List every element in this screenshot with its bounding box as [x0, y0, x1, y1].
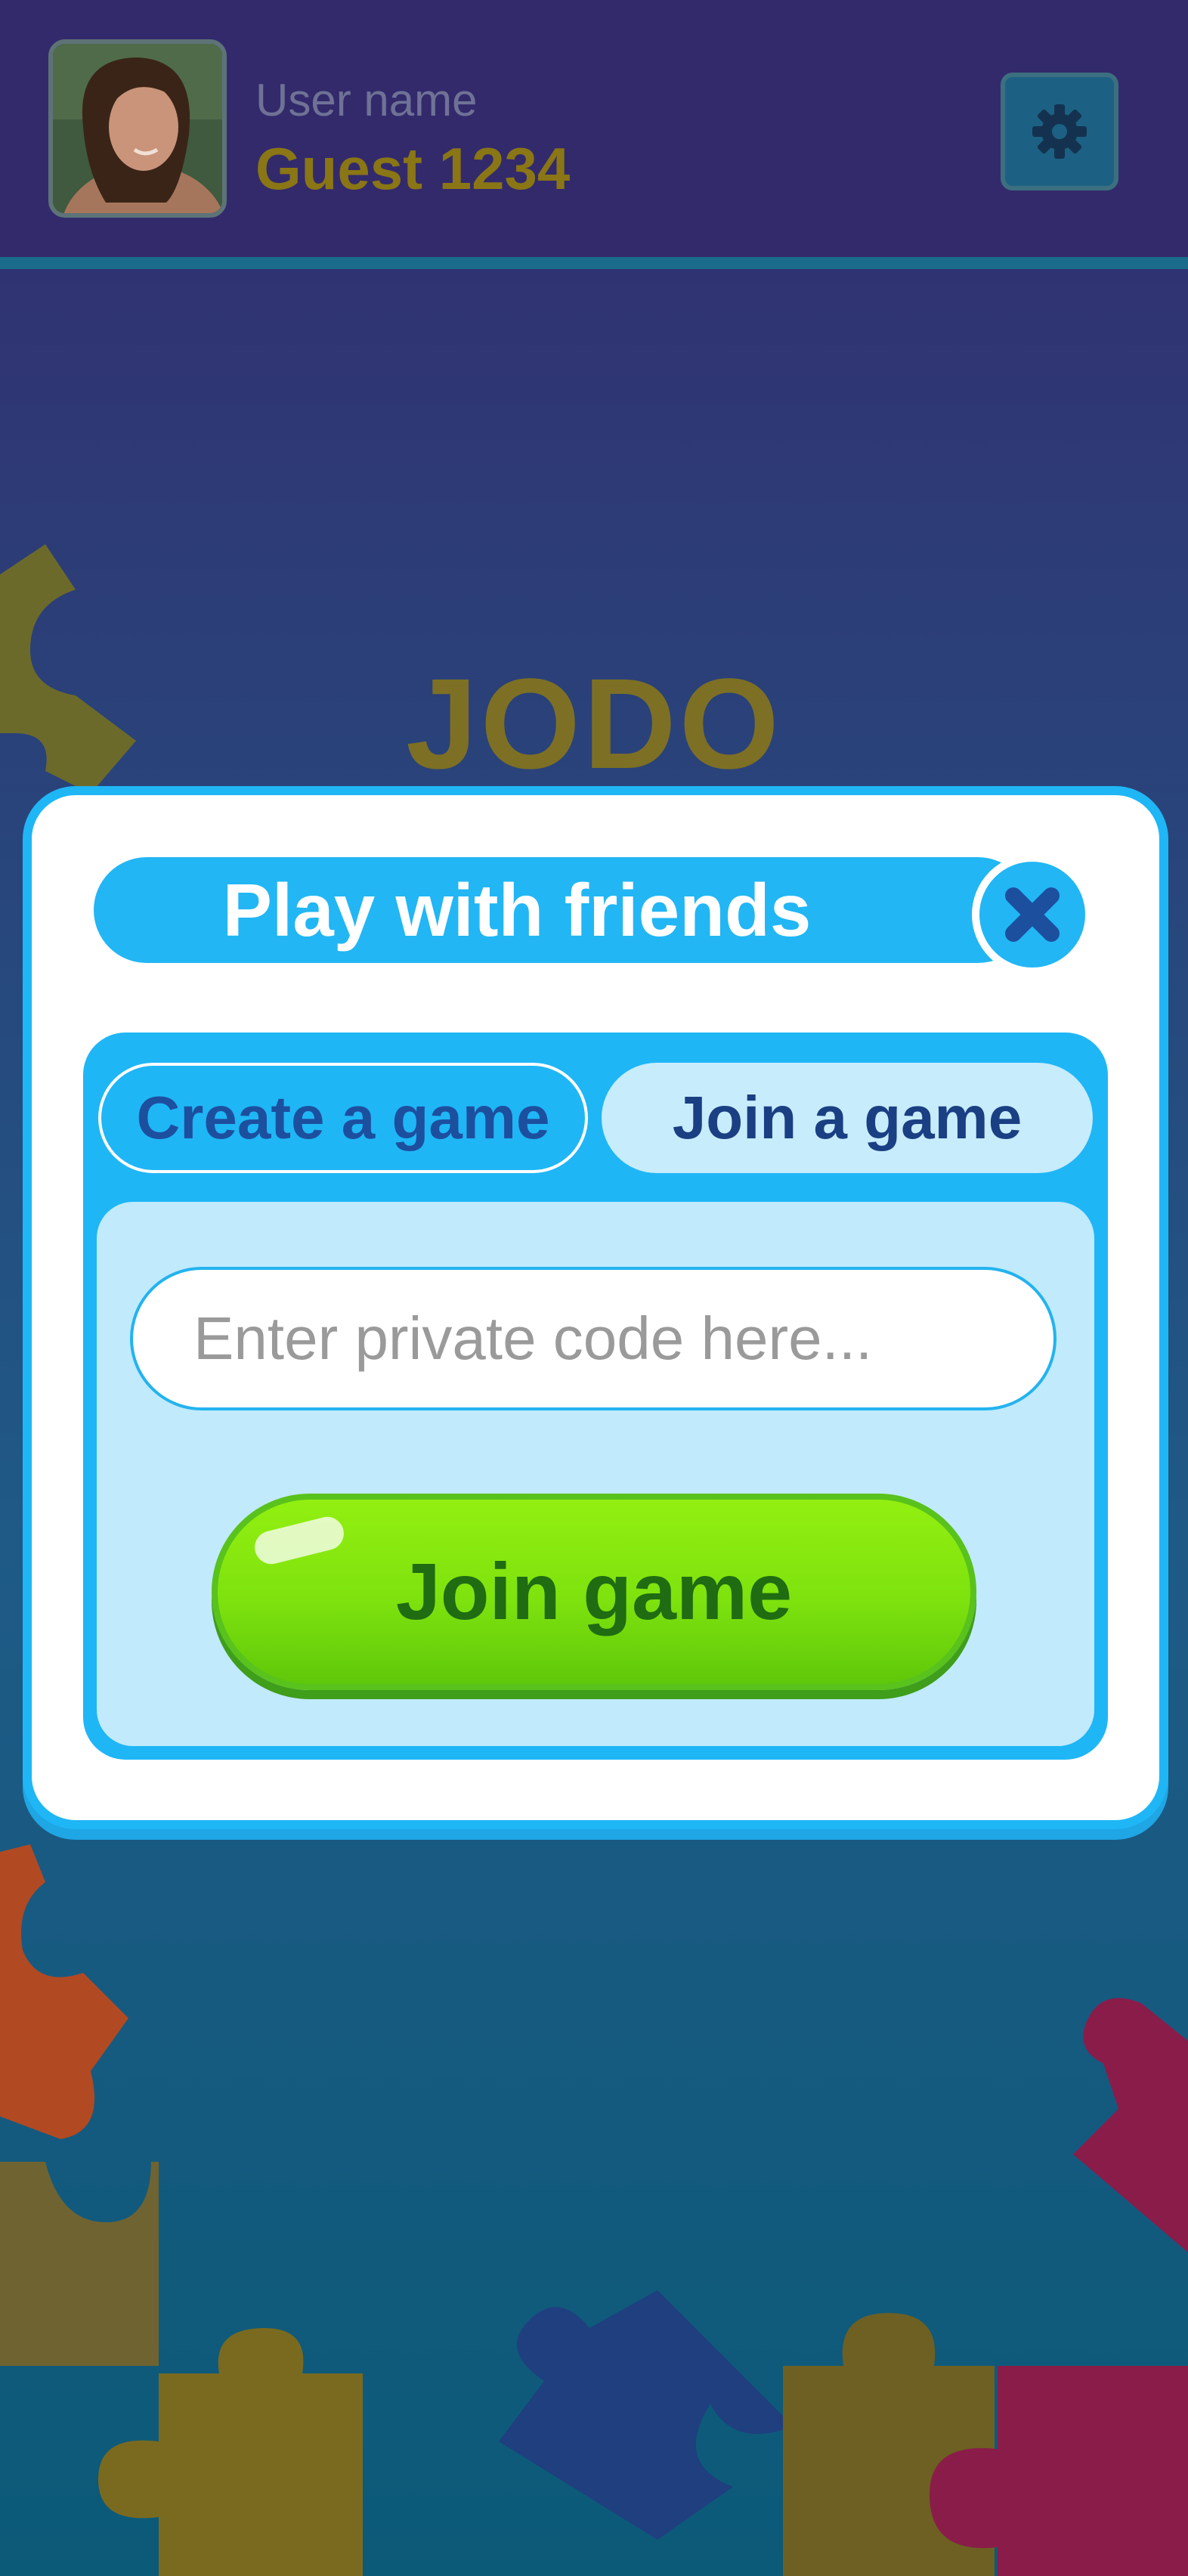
tab-join-game[interactable]: Join a game — [602, 1063, 1093, 1173]
puzzle-piece-decoration — [1073, 1998, 1188, 2252]
button-highlight — [251, 1513, 348, 1568]
header-divider — [0, 257, 1188, 269]
close-button[interactable] — [972, 854, 1093, 975]
avatar[interactable] — [48, 39, 227, 218]
close-icon — [1005, 887, 1060, 942]
puzzle-piece-decoration — [930, 2366, 1188, 2576]
dialog-title: Play with friends — [94, 857, 1031, 963]
puzzle-piece-decoration — [0, 1844, 128, 2139]
puzzle-piece-decoration — [499, 2290, 794, 2540]
gear-icon — [1032, 104, 1087, 159]
join-game-button[interactable]: Join game — [212, 1494, 976, 1690]
username-value: Guest 1234 — [255, 135, 571, 202]
username-label: User name — [255, 75, 478, 125]
private-code-input[interactable] — [130, 1267, 1057, 1410]
avatar-photo — [53, 44, 222, 213]
puzzle-piece-decoration — [98, 2328, 363, 2576]
join-game-label: Join game — [395, 1547, 793, 1636]
game-logo: JODO — [406, 652, 782, 796]
tab-create-game[interactable]: Create a game — [98, 1063, 588, 1173]
settings-button[interactable] — [1001, 73, 1118, 190]
